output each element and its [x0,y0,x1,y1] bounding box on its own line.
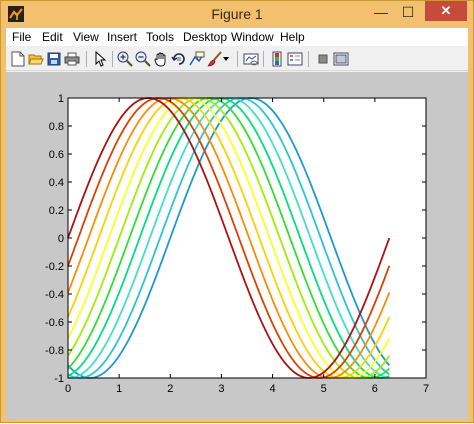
x-tick-label: 3 [218,383,224,395]
figure-window: Figure 1 — ☐ ✕ File Edit View Insert Too… [0,0,474,423]
figure-canvas: 0 1 2 3 4 5 6 7 1 0.8 0.6 0.4 0.2 0 -0.2 -0.4 -0.6 -0.8 -1 [6,72,468,419]
y-tick-label: 0.8 [49,121,64,133]
close-button[interactable]: ✕ [425,1,467,21]
zoom-out-icon[interactable] [134,50,152,68]
minimize-button[interactable]: — [368,2,394,22]
figure-client-area: File Edit View Insert Tools Desktop Wind… [6,28,468,419]
y-tick-label: -0.2 [45,261,64,273]
y-tick-label: 0.6 [49,149,64,161]
pan-icon[interactable] [152,50,170,68]
data-cursor-icon[interactable] [188,50,206,68]
legend-icon[interactable] [286,50,304,68]
toolbar-separator [112,51,113,67]
menu-help[interactable]: Help [280,30,305,44]
y-tick-label: 1 [58,93,64,105]
link-plot-icon[interactable] [242,50,260,68]
toolbar-separator [308,51,309,67]
show-plot-tools-icon[interactable] [332,50,350,68]
menu-desktop[interactable]: Desktop [183,30,227,44]
menu-edit[interactable]: Edit [42,30,63,44]
open-file-icon[interactable] [27,50,45,68]
y-tick-label: -0.8 [45,345,64,357]
toolbar-separator [263,51,264,67]
rotate-icon[interactable] [170,50,188,68]
hide-plot-tools-icon[interactable] [314,50,332,68]
x-tick-label: 5 [321,383,327,395]
menu-tools[interactable]: Tools [146,30,174,44]
y-tick-label: -0.4 [45,289,64,301]
pointer-icon[interactable] [91,50,109,68]
new-figure-icon[interactable] [9,50,27,68]
title-bar[interactable]: Figure 1 — ☐ ✕ [1,1,473,28]
x-tick-label: 6 [372,383,378,395]
y-tick-label: 0 [58,233,64,245]
menu-view[interactable]: View [73,30,99,44]
axes-background [68,98,426,378]
y-tick-label: 0.4 [49,177,64,189]
x-tick-label: 4 [270,383,276,395]
menu-window[interactable]: Window [231,30,274,44]
x-tick-label: 7 [423,383,429,395]
brush-dropdown-icon[interactable] [221,50,231,68]
zoom-in-icon[interactable] [116,50,134,68]
save-icon[interactable] [45,50,63,68]
y-tick-label: -1 [54,373,64,385]
y-tick-label: 0.2 [49,205,64,217]
menu-file[interactable]: File [12,30,31,44]
toolbar-separator [237,51,238,67]
y-tick-label: -0.6 [45,317,64,329]
x-tick-label: 1 [116,383,122,395]
toolbar-separator [86,51,87,67]
x-tick-label: 2 [167,383,173,395]
colorbar-icon[interactable] [268,50,286,68]
figure-toolbar [6,47,468,71]
sine-plot[interactable]: 0 1 2 3 4 5 6 7 1 0.8 0.6 0.4 0.2 0 -0.2 -0.4 -0.6 -0.8 -1 [6,72,468,419]
maximize-button[interactable]: ☐ [395,2,421,22]
print-icon[interactable] [63,50,81,68]
menu-insert[interactable]: Insert [107,30,137,44]
x-tick-label: 0 [65,383,71,395]
menu-bar: File Edit View Insert Tools Desktop Wind… [6,28,468,46]
